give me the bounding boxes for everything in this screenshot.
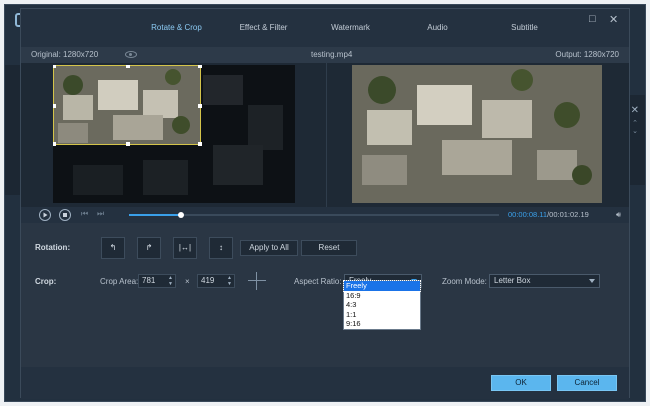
output-resolution: Output: 1280x720 (555, 50, 619, 59)
aspect-ratio-dropdown: Freely 16:9 4:3 1:1 9:16 (343, 280, 421, 330)
background-close-icon[interactable]: ✕ (631, 105, 639, 116)
progress-slider[interactable] (129, 212, 499, 218)
video-info-bar: Original: 1280x720 testing.mp4 Output: 1… (21, 47, 629, 63)
background-scroll-arrows-icon[interactable]: ⌃ ⌄ (632, 120, 638, 136)
rotate-right-icon: ↱ (145, 243, 153, 252)
close-icon[interactable]: ✕ (609, 13, 618, 26)
current-time: 00:00:08.11 (508, 210, 548, 219)
crop-width-input[interactable]: 781 ▲ ▼ (138, 274, 176, 288)
crop-handle[interactable] (126, 142, 130, 146)
rotate-right-button[interactable]: ↱ (137, 237, 161, 259)
edit-dialog: Rotate & Crop Effect & Filter Watermark … (20, 8, 630, 399)
crop-frame[interactable] (53, 65, 202, 146)
zoom-mode-value: Letter Box (494, 276, 531, 285)
edit-controls-panel: Rotation: ↰ ↱ |↔| ↕ Apply to All Reset C… (21, 223, 629, 373)
crop-handle[interactable] (53, 104, 56, 108)
cancel-button[interactable]: Cancel (557, 375, 617, 391)
flip-vertical-icon: ↕ (219, 243, 223, 252)
aspect-option-freely[interactable]: Freely (343, 280, 421, 292)
previous-frame-icon[interactable]: ⏮ (81, 209, 88, 219)
progress-fill (129, 214, 181, 216)
next-frame-icon[interactable]: ⏭ (97, 209, 104, 219)
crop-handle[interactable] (126, 65, 130, 68)
crop-height-value: 419 (201, 276, 215, 285)
dialog-tab-bar: Rotate & Crop Effect & Filter Watermark … (21, 9, 629, 47)
times-sign: × (185, 277, 190, 286)
crop-height-spinner-icon[interactable]: ▲ ▼ (227, 275, 232, 287)
crop-height-input[interactable]: 419 ▲ ▼ (197, 274, 235, 288)
preview-area (21, 63, 629, 207)
crop-handle[interactable] (198, 142, 202, 146)
rotation-label: Rotation: (35, 243, 71, 252)
tab-rotate-crop[interactable]: Rotate & Crop (133, 23, 220, 32)
center-crop-icon[interactable] (248, 272, 266, 290)
output-video-preview (352, 65, 602, 203)
aspect-option-1-1[interactable]: 1:1 (344, 310, 420, 320)
aspect-ratio-label: Aspect Ratio: (294, 277, 342, 286)
rotate-left-button[interactable]: ↰ (101, 237, 125, 259)
aspect-option-4-3[interactable]: 4:3 (344, 300, 420, 310)
ok-button[interactable]: OK (491, 375, 551, 391)
dialog-footer: OK Cancel (21, 367, 629, 399)
original-resolution: Original: 1280x720 (31, 50, 99, 59)
crop-handle[interactable] (53, 65, 56, 68)
stop-icon[interactable] (59, 209, 71, 221)
flip-horizontal-button[interactable]: |↔| (173, 237, 197, 259)
eye-icon[interactable] (125, 51, 137, 58)
tab-list: Rotate & Crop Effect & Filter Watermark … (133, 23, 568, 32)
volume-icon[interactable]: 🔊︎ (616, 210, 621, 220)
crop-label: Crop: (35, 277, 57, 286)
chevron-down-icon (589, 279, 595, 283)
flip-horizontal-icon: |↔| (178, 243, 192, 252)
crop-handle[interactable] (198, 104, 202, 108)
crop-handle[interactable] (53, 142, 56, 146)
zoom-mode-select[interactable]: Letter Box (489, 274, 600, 288)
crop-area-label: Crop Area: (100, 277, 139, 286)
tab-audio[interactable]: Audio (394, 23, 481, 32)
progress-knob[interactable] (177, 212, 184, 218)
aerial-city-output-image (352, 65, 602, 203)
tab-subtitle[interactable]: Subtitle (481, 23, 568, 32)
apply-to-all-button[interactable]: Apply to All (240, 240, 298, 256)
time-display: 00:00:08.11/00:01:02.19 (508, 210, 589, 219)
aspect-option-16-9[interactable]: 16:9 (344, 291, 420, 301)
play-icon[interactable] (39, 209, 51, 221)
playback-bar: ⏮ ⏭ 00:00:08.11/00:01:02.19 🔊︎ (21, 207, 629, 223)
file-name: testing.mp4 (311, 50, 353, 59)
original-video-preview[interactable] (53, 65, 295, 203)
tab-effect-filter[interactable]: Effect & Filter (220, 23, 307, 32)
zoom-mode-label: Zoom Mode: (442, 277, 487, 286)
aspect-option-9-16[interactable]: 9:16 (344, 319, 420, 329)
rotate-left-icon: ↰ (109, 243, 117, 252)
crop-width-value: 781 (142, 276, 156, 285)
reset-button[interactable]: Reset (301, 240, 357, 256)
maximize-icon[interactable]: □ (589, 13, 596, 25)
tab-watermark[interactable]: Watermark (307, 23, 394, 32)
crop-handle[interactable] (198, 65, 202, 68)
crop-width-spinner-icon[interactable]: ▲ ▼ (168, 275, 173, 287)
preview-divider (326, 63, 327, 207)
flip-vertical-button[interactable]: ↕ (209, 237, 233, 259)
total-time: /00:01:02.19 (547, 210, 589, 219)
